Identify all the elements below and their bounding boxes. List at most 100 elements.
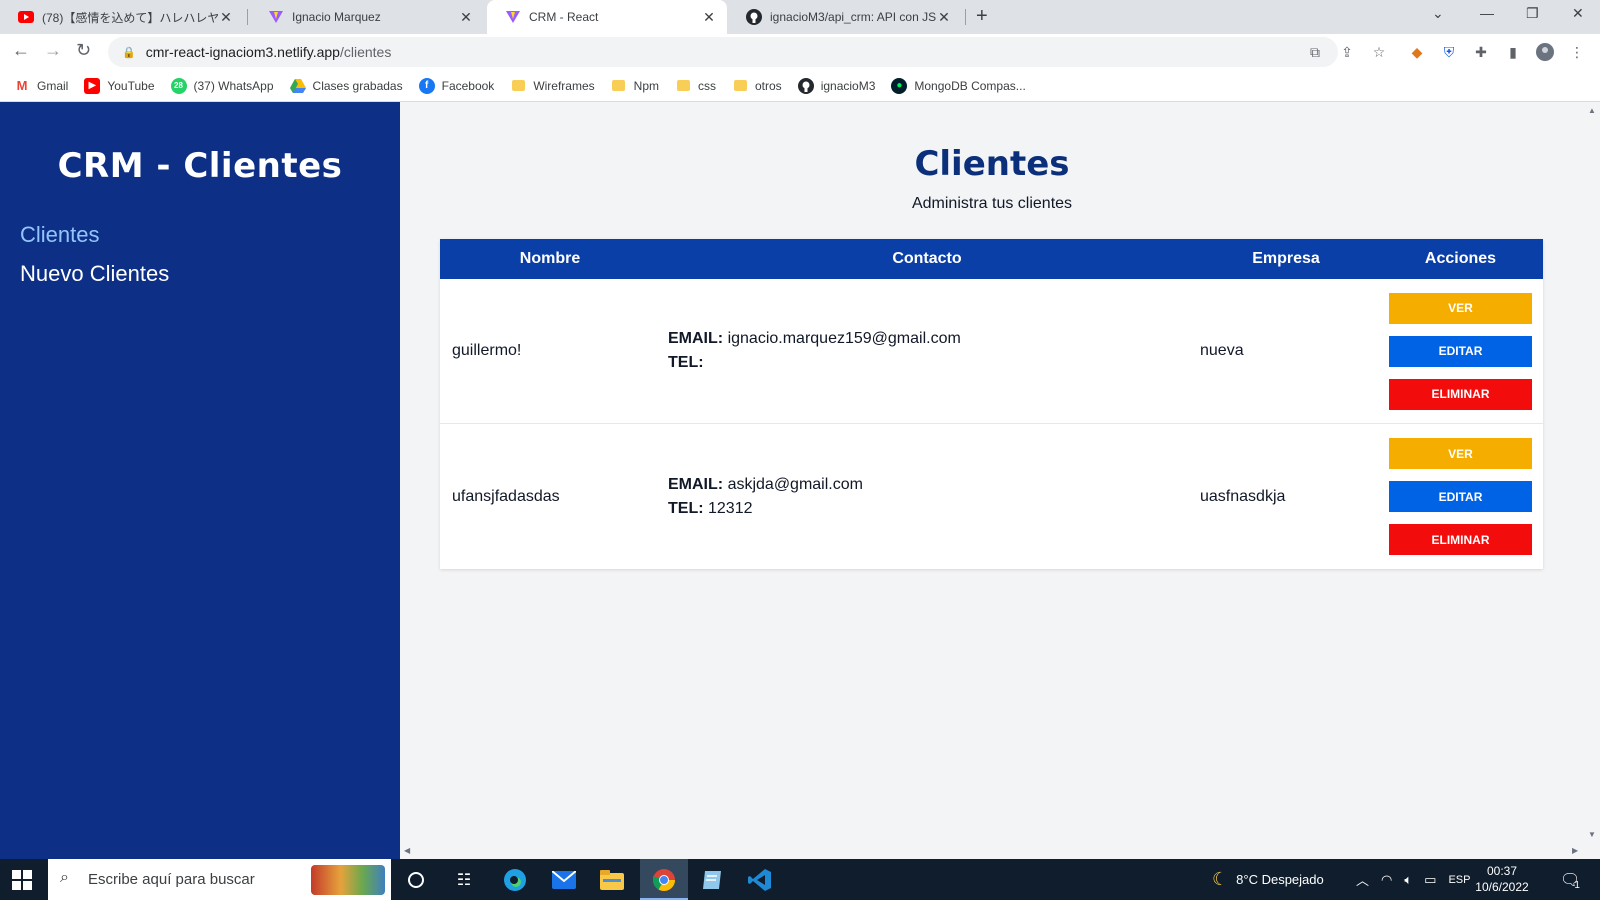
share-icon[interactable]: ⇪ <box>1338 43 1356 61</box>
editar-button[interactable]: EDITAR <box>1389 481 1532 512</box>
notification-center[interactable]: 🗨︎ 1 <box>1560 859 1580 900</box>
bookmark-star-icon[interactable]: ☆ <box>1370 43 1388 61</box>
bookmark-whatsapp[interactable]: 28 (37) WhatsApp <box>170 77 274 94</box>
tab-search-chevron-icon[interactable]: ⌄ <box>1432 5 1444 22</box>
contact-tel: TEL: 12312 <box>668 497 1194 521</box>
chevron-up-icon[interactable]: ︿ <box>1356 870 1369 889</box>
tab-crm-react[interactable]: CRM - React ✕ <box>487 0 727 34</box>
bookmarks-bar: M Gmail ▶ YouTube 28 (37) WhatsApp Clase… <box>0 70 1600 102</box>
weather-text[interactable]: 8°C Despejado <box>1236 872 1324 887</box>
bookmark-gmail[interactable]: M Gmail <box>14 78 69 94</box>
wifi-icon[interactable]: ◠ <box>1381 872 1392 888</box>
vscode-icon[interactable] <box>748 868 772 892</box>
new-tab-plus-icon[interactable]: + <box>976 5 988 28</box>
scroll-up-arrow-icon[interactable]: ▲ <box>1588 106 1596 115</box>
bookmark-otros[interactable]: otros <box>732 78 782 94</box>
window-close-icon[interactable]: ✕ <box>1572 5 1584 22</box>
bookmark-npm[interactable]: Npm <box>611 78 659 94</box>
search-icon: ⌕ <box>60 869 69 886</box>
clients-table: Nombre Contacto Empresa Acciones guiller… <box>440 239 1543 569</box>
bookmark-mongodb[interactable]: ● MongoDB Compas... <box>891 77 1026 94</box>
battery-icon[interactable]: ▭ <box>1424 872 1436 888</box>
file-explorer-icon[interactable] <box>600 868 624 892</box>
url-path: /clientes <box>339 44 392 60</box>
bookmark-clases-grabadas[interactable]: Clases grabadas <box>289 78 403 94</box>
eliminar-button[interactable]: ELIMINAR <box>1389 378 1532 410</box>
volume-icon[interactable]: 🔈︎ <box>1404 872 1412 888</box>
side-panel-icon[interactable]: ▮ <box>1504 43 1522 61</box>
cell-contacto: EMAIL: ignacio.marquez159@gmail.com TEL: <box>660 327 1194 375</box>
chrome-icon[interactable] <box>652 868 676 892</box>
mail-icon[interactable] <box>552 868 576 892</box>
tel-value: 12312 <box>708 499 753 517</box>
close-icon[interactable]: ✕ <box>936 9 952 26</box>
bookmark-wireframes[interactable]: Wireframes <box>510 78 595 94</box>
bookmark-label: Gmail <box>37 78 69 93</box>
minimize-icon[interactable]: — <box>1480 5 1494 21</box>
bookmark-label: YouTube <box>107 78 155 93</box>
cell-empresa: uasfnasdkja <box>1200 487 1286 505</box>
bookmark-label: Npm <box>633 78 659 93</box>
taskbar-search-box[interactable]: ⌕ Escribe aquí para buscar <box>48 859 391 900</box>
bookmark-label: Wireframes <box>533 78 595 93</box>
translate-icon[interactable]: ⧉ <box>1306 43 1324 61</box>
profile-avatar[interactable] <box>1536 43 1554 61</box>
sidebar: CRM - Clientes Clientes Nuevo Clientes <box>0 102 400 859</box>
edge-browser-icon[interactable] <box>503 868 527 892</box>
contact-email: EMAIL: askjda@gmail.com <box>668 473 1194 497</box>
bookmark-youtube[interactable]: ▶ YouTube <box>84 77 155 94</box>
extensions-puzzle-icon[interactable]: ✚ <box>1472 43 1490 61</box>
bookmark-ignaciom3[interactable]: ignacioM3 <box>797 77 875 94</box>
notepad-icon[interactable] <box>700 868 724 892</box>
ver-button[interactable]: VER <box>1389 292 1532 324</box>
cortana-circle-icon[interactable] <box>404 868 428 892</box>
tab-title: (78)【感情を込めて】ハレハレヤ 歌って <box>42 10 218 25</box>
table-header: Nombre Contacto Empresa Acciones <box>440 239 1543 279</box>
scroll-left-arrow-icon[interactable]: ◀ <box>404 846 410 855</box>
metamask-extension-icon[interactable]: ◆ <box>1408 43 1426 61</box>
cell-nombre: ufansjfadasdas <box>452 487 560 505</box>
tab-ignacio-marquez[interactable]: Ignacio Marquez ✕ <box>250 0 484 34</box>
youtube-icon <box>18 9 34 25</box>
taskbar-clock[interactable]: 00:37 10/6/2022 <box>1462 863 1542 895</box>
bookmark-facebook[interactable]: f Facebook <box>418 77 495 94</box>
scroll-down-arrow-icon[interactable]: ▼ <box>1588 830 1596 839</box>
close-icon[interactable]: ✕ <box>458 9 474 26</box>
restore-icon[interactable]: ❐ <box>1526 5 1539 22</box>
close-icon[interactable]: ✕ <box>218 9 234 26</box>
bitwarden-extension-icon[interactable]: ⛨ <box>1440 43 1458 61</box>
header-contacto: Contacto <box>892 250 962 267</box>
folder-icon <box>675 78 691 94</box>
bookmark-css[interactable]: css <box>675 78 716 94</box>
contact-email: EMAIL: ignacio.marquez159@gmail.com <box>668 327 1194 351</box>
ver-button[interactable]: VER <box>1389 438 1532 469</box>
sidebar-link-clientes[interactable]: Clientes <box>20 222 99 248</box>
forward-arrow-icon[interactable]: → <box>44 40 62 61</box>
horizontal-scrollbar[interactable]: ◀ ▶ <box>400 843 1584 859</box>
vite-icon <box>268 9 284 25</box>
bookmark-label: (37) WhatsApp <box>193 78 274 93</box>
tab-youtube[interactable]: (78)【感情を込めて】ハレハレヤ 歌って ✕ <box>0 0 244 34</box>
browser-menu-icon[interactable]: ⋮ <box>1568 43 1586 61</box>
email-label: EMAIL: <box>668 475 724 493</box>
reload-icon[interactable]: ↻ <box>76 40 91 61</box>
back-arrow-icon[interactable]: ← <box>12 40 30 61</box>
bookmark-label: Facebook <box>441 78 495 93</box>
editar-button[interactable]: EDITAR <box>1389 335 1532 367</box>
clock-time: 00:37 <box>1486 864 1518 878</box>
cell-contacto: EMAIL: askjda@gmail.com TEL: 12312 <box>660 473 1194 521</box>
clock-date: 10/6/2022 <box>1475 880 1529 894</box>
sidebar-link-nuevo-clientes[interactable]: Nuevo Clientes <box>20 261 169 287</box>
task-view-icon[interactable]: ☷ <box>452 868 476 892</box>
address-bar[interactable]: 🔒 cmr-react-ignaciom3.netlify.app/client… <box>108 37 1338 67</box>
github-icon <box>746 9 762 25</box>
cell-acciones: VER EDITAR ELIMINAR <box>1378 432 1543 561</box>
scroll-right-arrow-icon[interactable]: ▶ <box>1572 846 1578 855</box>
windows-start-icon[interactable] <box>12 870 32 890</box>
header-acciones: Acciones <box>1424 250 1497 267</box>
close-icon[interactable]: ✕ <box>701 9 717 26</box>
tab-github-api[interactable]: ignacioM3/api_crm: API con JSON ✕ <box>728 0 962 34</box>
moon-weather-icon: ☾ <box>1212 869 1229 889</box>
eliminar-button[interactable]: ELIMINAR <box>1389 524 1532 555</box>
vertical-scrollbar[interactable]: ▲ ▼ <box>1584 102 1600 859</box>
